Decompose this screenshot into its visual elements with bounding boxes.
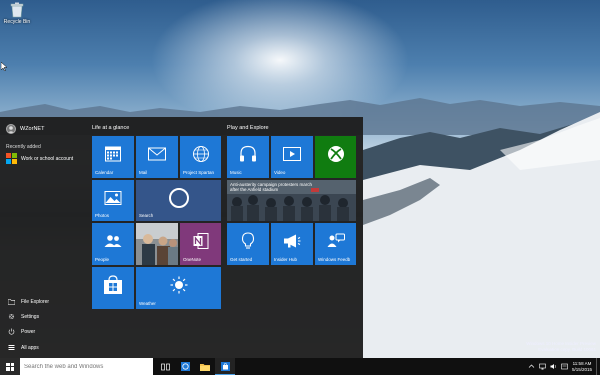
tile-onenote[interactable]: OneNote (180, 223, 221, 265)
search-input[interactable] (20, 358, 153, 375)
settings-item[interactable]: Settings (8, 313, 39, 320)
tile-calendar[interactable]: Calendar (92, 136, 134, 178)
group-heading-life: Life at a glance (92, 125, 130, 131)
lightbulb-icon (241, 232, 255, 250)
recycle-bin-icon[interactable]: Recycle Bin (2, 2, 32, 25)
windows-logo-icon (6, 153, 17, 164)
photo-thumbnail (136, 223, 178, 265)
chevron-up-icon[interactable] (528, 363, 535, 370)
tile-label: Weather (139, 301, 156, 306)
tile-insider-hub[interactable]: Insider Hub (271, 223, 313, 265)
tile-label: Search (139, 213, 154, 218)
task-view-icon (160, 363, 170, 370)
store-icon (220, 361, 230, 371)
tile-people[interactable]: People (92, 223, 134, 265)
photo-icon (104, 191, 122, 206)
tile-label: Windows Feedb (318, 257, 351, 262)
tile-label: OneNote (183, 257, 202, 262)
start-button[interactable] (0, 358, 20, 375)
megaphone-icon (284, 234, 301, 248)
folder-icon (8, 299, 15, 305)
tile-label: Mail (139, 170, 148, 175)
start-menu-left-column: WZorNET Recently added Work or school ac… (0, 117, 86, 358)
tile-get-started[interactable]: Get started (227, 223, 269, 265)
gear-icon (8, 313, 15, 320)
recent-item-work-account[interactable]: Work or school account (6, 153, 73, 164)
file-explorer-label: File Explorer (21, 298, 50, 305)
calendar-icon (105, 146, 121, 162)
recycle-bin-label: Recycle Bin (3, 19, 31, 25)
xbox-icon (327, 146, 344, 163)
tile-label: Project Spartan (183, 170, 215, 175)
user-name: WZorNET (20, 126, 45, 132)
volume-icon[interactable] (550, 363, 557, 370)
clock-time: 11:58 AM (572, 360, 592, 366)
tile-project-spartan[interactable]: Project Spartan (180, 136, 221, 178)
system-tray: 11:58 AM 5/15/2015 (528, 358, 598, 375)
list-icon (8, 345, 15, 350)
trash-bin-icon (10, 2, 24, 18)
file-explorer-item[interactable]: File Explorer (8, 298, 49, 305)
mouse-cursor-icon (1, 62, 7, 71)
cortana-circle-icon (168, 188, 189, 209)
tile-label: Calendar (95, 170, 114, 175)
recently-added-heading: Recently added (6, 144, 41, 150)
tile-label: People (95, 257, 110, 262)
all-apps-item[interactable]: All apps (8, 344, 39, 351)
tile-label: Video (274, 170, 286, 175)
action-center-icon[interactable] (561, 363, 568, 370)
power-label: Power (21, 328, 36, 335)
show-desktop-button[interactable] (596, 358, 598, 375)
tile-label: Insider Hub (274, 257, 298, 262)
power-icon (8, 328, 15, 335)
tile-xbox[interactable] (315, 136, 356, 178)
windows-logo-icon (6, 362, 14, 371)
user-account[interactable]: WZorNET (6, 124, 44, 134)
tile-label: Photos (95, 213, 110, 218)
headphones-icon (240, 146, 256, 162)
tile-search[interactable]: Search (136, 180, 221, 221)
envelope-icon (148, 147, 166, 161)
power-item[interactable]: Power (8, 328, 35, 335)
clock[interactable]: 11:58 AM 5/15/2015 (572, 361, 592, 373)
all-apps-label: All apps (21, 344, 39, 351)
tile-weather[interactable]: Weather (136, 267, 221, 309)
folder-icon (200, 363, 210, 371)
clock-date: 5/15/2015 (571, 366, 592, 372)
tile-video[interactable]: Video (271, 136, 313, 178)
news-headline: Anti-austerity campaign protesters march… (230, 182, 313, 192)
tile-windows-feedback[interactable]: Windows Feedb (315, 223, 356, 265)
tile-photos[interactable]: Photos (92, 180, 134, 221)
sun-icon (170, 276, 187, 294)
feedback-people-icon (327, 233, 345, 248)
taskbar-file-explorer-button[interactable] (195, 358, 215, 375)
settings-label: Settings (21, 313, 40, 320)
store-bag-icon (104, 275, 122, 295)
tile-label: Music (230, 170, 242, 175)
group-heading-play: Play and Explore (227, 125, 269, 131)
tile-mail[interactable]: Mail (136, 136, 178, 178)
people-icon (104, 235, 122, 248)
browser-icon (180, 362, 190, 371)
taskbar-spartan-button[interactable] (175, 358, 195, 375)
taskbar: 11:58 AM 5/15/2015 (0, 358, 600, 375)
watermark-line2: Evaluation copy. Build 10061 (538, 347, 596, 352)
avatar (6, 124, 16, 134)
recent-item-label: Work or school account (21, 155, 74, 162)
evaluation-watermark: Windows 10 Home Insider Preview Evaluati… (526, 341, 596, 353)
start-menu: WZorNET Recently added Work or school ac… (0, 117, 363, 358)
network-icon[interactable] (539, 363, 546, 370)
task-view-button[interactable] (155, 358, 175, 375)
globe-icon (192, 146, 209, 163)
onenote-icon (193, 233, 208, 250)
tile-news[interactable]: Anti-austerity campaign protesters march… (227, 180, 356, 221)
video-icon (283, 147, 301, 162)
tile-photo-live[interactable] (136, 223, 178, 265)
tile-label: Get started (230, 257, 253, 262)
tile-store[interactable] (92, 267, 134, 309)
taskbar-store-button[interactable] (215, 358, 235, 375)
user-icon (7, 126, 15, 133)
tile-music[interactable]: Music (227, 136, 269, 178)
